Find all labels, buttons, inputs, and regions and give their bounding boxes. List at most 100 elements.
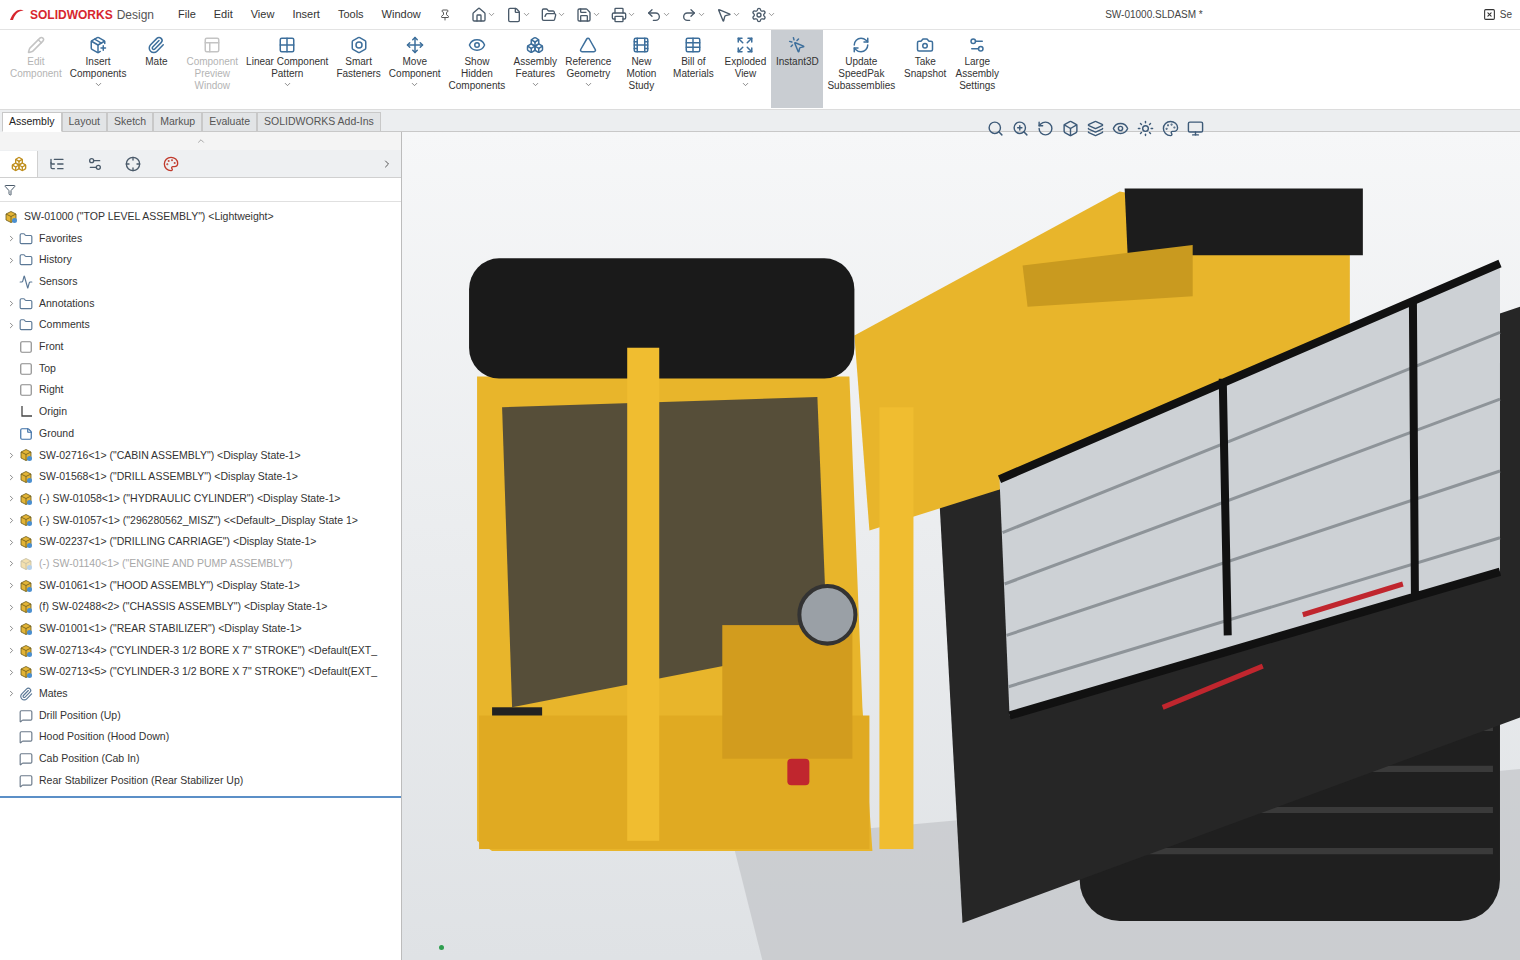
more-tabs-icon[interactable] [381,158,393,170]
expand-icon[interactable] [7,321,16,330]
tree-item[interactable]: (-) SW-01140<1> ("ENGINE AND PUMP ASSEMB… [0,553,401,575]
dropdown-icon[interactable] [283,80,292,89]
tab[interactable]: Evaluate [202,112,257,132]
save-icon[interactable] [576,7,592,23]
command-button[interactable]: UpdateSpeedPakSubassemblies [823,30,899,108]
dropdown-icon[interactable] [522,10,531,19]
search-field[interactable]: Se [1500,7,1512,22]
dropdown-icon[interactable] [732,10,741,19]
dropdown-icon[interactable] [767,10,776,19]
drill-rig-model[interactable] [402,132,1520,960]
command-button[interactable]: Mate [130,30,182,108]
menu-item[interactable]: Window [382,6,421,23]
redo-icon[interactable] [681,7,697,23]
zoom-fit-icon[interactable] [987,120,1004,137]
expand-icon[interactable] [7,581,16,590]
filter-row[interactable] [0,178,401,202]
tree-item[interactable]: (-) SW-01057<1> ("296280562_MISZ") <<Def… [0,510,401,532]
tree-item[interactable]: SW-01000 ("TOP LEVEL ASSEMBLY") <Lightwe… [0,206,401,228]
display-style-icon[interactable] [1112,120,1129,137]
expand-icon[interactable] [7,689,16,698]
expand-icon[interactable] [7,516,16,525]
command-button[interactable]: Linear ComponentPattern [242,30,332,108]
command-button[interactable]: LargeAssemblySettings [951,30,1003,108]
tree-item[interactable]: History [0,249,401,271]
menu-item[interactable]: View [251,6,275,23]
tree-item[interactable]: SW-02713<5> ("CYLINDER-3 1/2 BORE X 7" S… [0,661,401,683]
tree-item[interactable]: Ground [0,423,401,445]
options-icon[interactable] [751,7,767,23]
command-button[interactable]: SmartFasteners [332,30,384,108]
tree-item[interactable]: SW-01001<1> ("REAR STABILIZER") <Display… [0,618,401,640]
tree-item[interactable]: Comments [0,314,401,336]
expand-icon[interactable] [7,451,16,460]
home-icon[interactable] [471,7,487,23]
tree-item[interactable]: Front [0,336,401,358]
tab[interactable]: Assembly [2,112,62,132]
expand-icon[interactable] [7,473,16,482]
tree-item[interactable]: SW-01061<1> ("HOOD ASSEMBLY") <Display S… [0,575,401,597]
command-button[interactable]: ComponentPreviewWindow [182,30,242,108]
dropdown-icon[interactable] [94,80,103,89]
view-orientation-icon[interactable] [1087,120,1104,137]
expand-icon[interactable] [7,603,16,612]
tree-item[interactable]: SW-02237<1> ("DRILLING CARRIAGE") <Displ… [0,531,401,553]
command-button[interactable]: Bill ofMaterials [667,30,719,108]
property-icon[interactable] [49,156,65,172]
dropdown-icon[interactable] [627,10,636,19]
dropdown-icon[interactable] [662,10,671,19]
tree-item[interactable]: Origin [0,401,401,423]
menu-item[interactable]: Insert [292,6,320,23]
appearance-icon[interactable] [1162,120,1179,137]
expand-icon[interactable] [7,559,16,568]
command-button[interactable]: InsertComponents [66,30,131,108]
tree-item[interactable]: Drill Position (Up) [0,705,401,727]
expand-icon[interactable] [7,256,16,265]
tab[interactable]: Layout [62,112,108,132]
section-view-icon[interactable] [1062,120,1079,137]
dropdown-icon[interactable] [410,80,419,89]
tree-item[interactable]: (f) SW-02488<2> ("CHASSIS ASSEMBLY") <Di… [0,596,401,618]
command-button[interactable]: EditComponent [6,30,66,108]
tree-item[interactable]: Favorites [0,228,401,250]
tree-item[interactable]: SW-01568<1> ("DRILL ASSEMBLY") <Display … [0,466,401,488]
command-button[interactable]: Instant3D [771,30,823,108]
pin-icon[interactable] [439,9,451,21]
graphics-area[interactable] [402,132,1520,960]
tree-item[interactable]: (-) SW-01058<1> ("HYDRAULIC CYLINDER") <… [0,488,401,510]
expand-icon[interactable] [7,646,16,655]
dropdown-icon[interactable] [557,10,566,19]
expand-icon[interactable] [7,624,16,633]
menu-item[interactable]: Tools [338,6,364,23]
dropdown-icon[interactable] [584,80,593,89]
print-icon[interactable] [611,7,627,23]
dropdown-icon[interactable] [487,10,496,19]
menu-item[interactable]: File [178,6,196,23]
dropdown-icon[interactable] [531,80,540,89]
tab[interactable]: Markup [153,112,202,132]
dropdown-icon[interactable] [592,10,601,19]
previous-view-icon[interactable] [1037,120,1054,137]
tree-item[interactable]: Sensors [0,271,401,293]
tree-item[interactable]: SW-02713<4> ("CYLINDER-3 1/2 BORE X 7" S… [0,640,401,662]
expand-icon[interactable] [7,494,16,503]
undo-icon[interactable] [646,7,662,23]
feature-tree-icon[interactable] [11,156,27,172]
expand-icon[interactable] [7,668,16,677]
command-button[interactable]: ReferenceGeometry [561,30,615,108]
open-icon[interactable] [541,7,557,23]
expand-icon[interactable] [7,538,16,547]
command-button[interactable]: ExplodedView [719,30,771,108]
dropdown-icon[interactable] [741,80,750,89]
command-button[interactable]: MoveComponent [385,30,445,108]
collapse-icon[interactable] [196,136,206,146]
tree-item[interactable]: Hood Position (Hood Down) [0,727,401,749]
zoom-area-icon[interactable] [1012,120,1029,137]
tree-item[interactable]: Rear Stabilizer Position (Rear Stabilize… [0,770,401,792]
select-icon[interactable] [716,7,732,23]
tree-item[interactable]: Top [0,358,401,380]
expand-icon[interactable] [7,299,16,308]
dropdown-icon[interactable] [697,10,706,19]
scene-icon[interactable] [1137,120,1154,137]
filter-icon[interactable] [4,184,16,196]
